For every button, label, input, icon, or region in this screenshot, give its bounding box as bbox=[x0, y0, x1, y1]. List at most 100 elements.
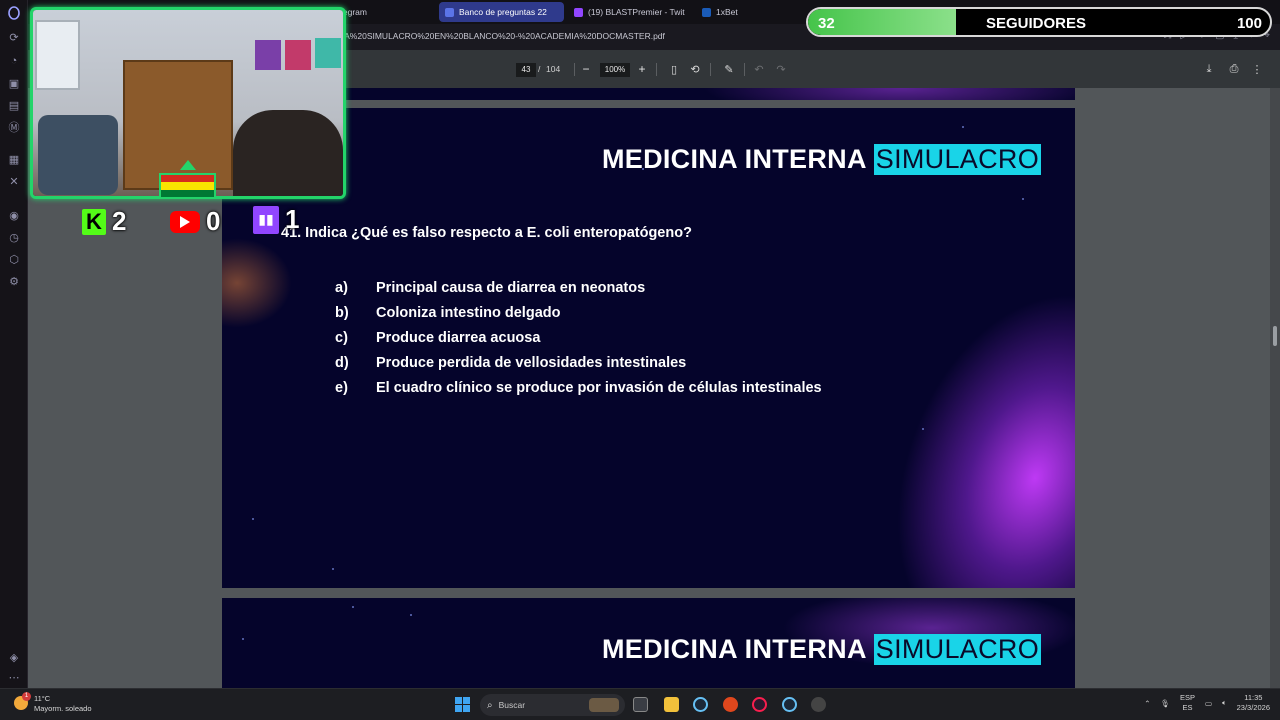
tab-banco-de-preguntas[interactable]: Banco de preguntas 22 bbox=[439, 2, 564, 22]
player-icon[interactable]: ◉ bbox=[7, 208, 21, 222]
webcam-overlay bbox=[30, 7, 346, 199]
1xbet-icon bbox=[702, 7, 711, 17]
zoom-level[interactable]: 100% bbox=[600, 63, 630, 77]
annotate-icon[interactable]: ✎ bbox=[722, 62, 736, 76]
extensions-icon[interactable]: ⬡ bbox=[7, 252, 21, 266]
more-icon[interactable]: ⋯ bbox=[7, 670, 21, 684]
document-icon bbox=[445, 7, 454, 17]
youtube-icon bbox=[170, 210, 200, 233]
clock[interactable]: 11:35 23/3/2026 bbox=[1237, 693, 1270, 713]
steam-icon[interactable] bbox=[693, 697, 708, 712]
notification-badge: 1 bbox=[22, 692, 31, 701]
start-button[interactable] bbox=[455, 697, 470, 712]
chevron-up-icon[interactable]: ⌃ bbox=[1144, 699, 1150, 708]
history-icon[interactable]: ◷ bbox=[7, 230, 21, 244]
language-bottom: ES bbox=[1182, 703, 1193, 712]
page-title-highlight: SIMULACRO bbox=[873, 634, 1041, 665]
page-title: MEDICINA INTERNA SIMULACRO bbox=[602, 144, 1041, 175]
youtube-count: 0 bbox=[206, 206, 221, 236]
page-title: MEDICINA INTERNA SIMULACRO bbox=[602, 634, 1041, 665]
print-icon[interactable]: ⎙ bbox=[1227, 62, 1241, 76]
start-tile bbox=[463, 705, 470, 712]
opera-gx-icon[interactable] bbox=[752, 697, 767, 712]
fit-page-icon[interactable]: ▯ bbox=[667, 62, 681, 76]
opera-logo-icon[interactable] bbox=[7, 6, 21, 20]
volume-icon[interactable]: 🔈︎ bbox=[1222, 698, 1227, 708]
flag-pointer bbox=[180, 160, 196, 170]
weather-text: 11°C Mayorm. soleado bbox=[34, 694, 92, 714]
kick-icon: K bbox=[82, 208, 106, 235]
language-indicator[interactable]: ESP ES bbox=[1180, 693, 1195, 713]
taskbar-search[interactable]: ⌕ Buscar bbox=[480, 694, 625, 716]
star bbox=[410, 614, 412, 616]
monitor-icon[interactable]: ▭ bbox=[1205, 699, 1212, 708]
page-title-main: MEDICINA INTERNA bbox=[601, 634, 867, 664]
vertical-scrollbar[interactable] bbox=[1270, 88, 1280, 688]
pdf-download-icon[interactable]: ⤓ bbox=[1202, 62, 1216, 76]
task-view-icon[interactable] bbox=[633, 697, 648, 712]
brave-icon[interactable] bbox=[723, 697, 738, 712]
microphone-icon[interactable]: 🎙︎ bbox=[1160, 699, 1170, 708]
more-options-icon[interactable]: ⋮ bbox=[1250, 62, 1264, 76]
start-tile bbox=[455, 705, 462, 712]
option-letter: c) bbox=[335, 329, 348, 346]
reload-icon[interactable]: ⟳ bbox=[7, 30, 21, 44]
twitch-icon bbox=[574, 7, 583, 17]
star bbox=[922, 428, 924, 430]
rotate-icon[interactable]: ⟲ bbox=[688, 62, 702, 76]
language-top: ESP bbox=[1180, 693, 1196, 702]
scrollbar-thumb[interactable] bbox=[1273, 326, 1277, 346]
redo-icon[interactable]: ↷ bbox=[774, 62, 788, 76]
x-sidebar-icon[interactable]: ✕ bbox=[7, 174, 21, 188]
webcam-poster bbox=[255, 40, 281, 70]
page-number-input[interactable] bbox=[516, 63, 536, 77]
option-letter: b) bbox=[335, 305, 349, 322]
clock-date: 23/3/2026 bbox=[1236, 703, 1270, 712]
weather-widget[interactable]: 1 11°C Mayorm. soleado bbox=[14, 692, 92, 714]
webcam-chair bbox=[38, 115, 118, 195]
zoom-out-button[interactable]: − bbox=[578, 61, 594, 77]
webcam-window bbox=[35, 20, 80, 90]
page-glow bbox=[847, 254, 1075, 588]
page-glow bbox=[702, 88, 1075, 100]
gx-icon[interactable]: ◈ bbox=[7, 650, 21, 664]
twitter-sidebar-icon[interactable]: ▤ bbox=[7, 98, 21, 112]
tab-twitch[interactable]: (19) BLASTPremier - Twit bbox=[568, 2, 688, 22]
search-placeholder: Buscar bbox=[498, 700, 526, 710]
search-icon: ⌕ bbox=[487, 699, 493, 711]
start-tile bbox=[463, 697, 470, 704]
answer-option: b) Coloniza intestino delgado bbox=[335, 301, 822, 326]
steam-icon[interactable] bbox=[782, 697, 797, 712]
answer-option: c) Produce diarrea acuosa bbox=[335, 326, 822, 351]
toolbar-divider bbox=[656, 63, 657, 76]
kick-count: 2 bbox=[112, 206, 127, 236]
tab-1xbet[interactable]: 1xBet bbox=[696, 2, 786, 22]
messenger-icon[interactable]: Ⓜ bbox=[7, 120, 21, 134]
page-title-main: MEDICINA INTERNA bbox=[601, 144, 867, 174]
twitch-sidebar-icon[interactable]: ▦ bbox=[7, 152, 21, 166]
gx-control-icon[interactable]: ◔ bbox=[7, 54, 21, 68]
question-text: 41. Indica ¿Qué es falso respecto a E. c… bbox=[281, 225, 692, 241]
option-text: Coloniza intestino delgado bbox=[376, 305, 561, 322]
browser-sidebar: ⟳ ◔ ▣ ▤ Ⓜ ▦ ✕ ◉ ◷ ⬡ ⚙ ◈ ⋯ bbox=[0, 0, 28, 688]
tab-label: Banco de preguntas 22 bbox=[459, 7, 547, 17]
zoom-in-button[interactable]: + bbox=[634, 61, 650, 77]
undo-icon[interactable]: ↶ bbox=[752, 62, 766, 76]
option-letter: a) bbox=[335, 280, 348, 297]
twitch-count: 1 bbox=[285, 204, 300, 234]
url-field[interactable]: RA%20SIMULACRO%20EN%20BLANCO%20-%20ACADE… bbox=[338, 31, 665, 41]
star bbox=[252, 518, 254, 520]
gx-corner-icon[interactable]: ▣ bbox=[7, 76, 21, 90]
tab-label: (19) BLASTPremier - Twit bbox=[588, 7, 685, 17]
toolbar-divider bbox=[744, 63, 745, 76]
page-title-highlight: SIMULACRO bbox=[873, 144, 1041, 175]
toolbar-divider bbox=[710, 63, 711, 76]
settings-icon[interactable]: ⚙ bbox=[7, 274, 21, 288]
pdf-page: MEDICINA INTERNA SIMULACRO 41. Indica ¿Q… bbox=[222, 108, 1075, 588]
start-tile bbox=[455, 697, 462, 704]
file-explorer-icon[interactable] bbox=[664, 697, 679, 712]
system-tray: ⌃ 🎙︎ ESP ES ▭ 🔈︎ 11:35 23/3/2026 bbox=[1144, 693, 1270, 713]
twitch-counter: ▮▮ 1 bbox=[253, 204, 299, 235]
option-text: Principal causa de diarrea en neonatos bbox=[376, 280, 646, 297]
obs-icon[interactable] bbox=[811, 697, 826, 712]
